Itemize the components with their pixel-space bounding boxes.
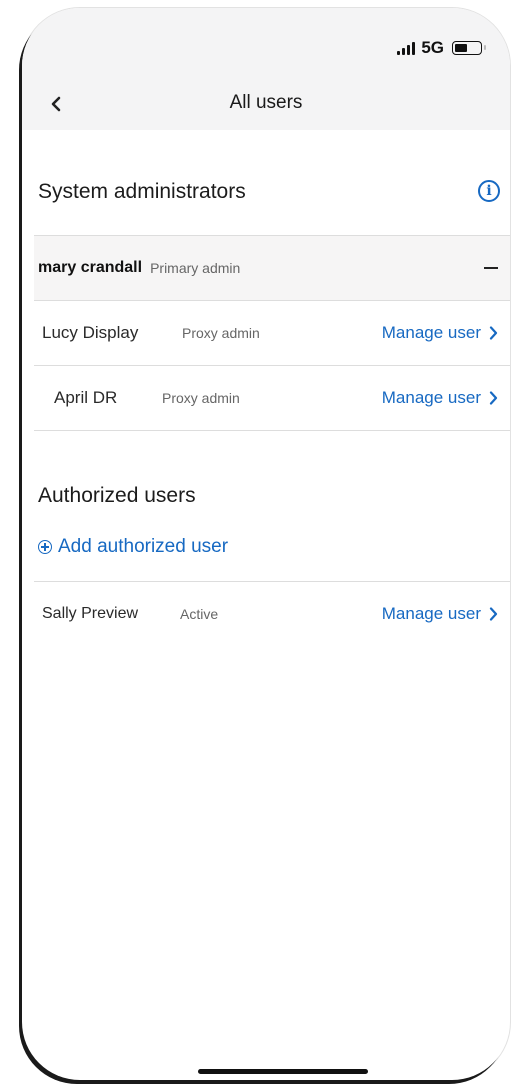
manage-user-button[interactable]: Manage user xyxy=(382,388,498,408)
authorized-user-row: Sally Preview Active Manage user xyxy=(34,582,510,646)
proxy-admin-role: Proxy admin xyxy=(182,325,260,341)
primary-admin-row: mary crandall Primary admin xyxy=(34,236,510,300)
info-circle-icon[interactable]: i xyxy=(478,180,500,202)
manage-user-label: Manage user xyxy=(381,388,481,407)
cellular-signal-icon xyxy=(397,41,416,55)
plus-circle-icon xyxy=(38,540,52,554)
proxy-admin-role: Proxy admin xyxy=(162,390,240,406)
manage-user-button[interactable]: Manage user xyxy=(382,604,498,624)
chevron-right-icon xyxy=(489,326,498,340)
chevron-right-icon xyxy=(489,391,498,405)
primary-admin-role: Primary admin xyxy=(150,260,241,276)
manage-user-button[interactable]: Manage user xyxy=(382,323,498,343)
primary-admin-name: mary crandall xyxy=(38,259,143,276)
divider xyxy=(34,430,510,431)
home-indicator[interactable] xyxy=(198,1069,368,1074)
network-type: 5G xyxy=(421,38,444,57)
add-authorized-user-button[interactable]: Add authorized user xyxy=(38,536,228,558)
phone-screen: 5G All users System administrators i mar… xyxy=(22,8,510,1080)
authorized-user-status: Active xyxy=(180,606,219,622)
system-admins-heading: System administrators xyxy=(38,180,246,203)
page-title: All users xyxy=(229,92,303,113)
collapse-icon[interactable] xyxy=(484,267,498,269)
battery-icon xyxy=(452,41,486,55)
authorized-users-heading: Authorized users xyxy=(38,484,196,507)
proxy-admin-name: April DR xyxy=(54,388,118,407)
proxy-admin-row: Lucy Display Proxy admin Manage user xyxy=(34,301,510,365)
chevron-right-icon xyxy=(489,607,498,621)
manage-user-label: Manage user xyxy=(381,604,481,623)
proxy-admin-name: Lucy Display xyxy=(42,323,139,342)
manage-user-label: Manage user xyxy=(381,323,481,342)
proxy-admin-row: April DR Proxy admin Manage user xyxy=(34,366,510,430)
add-authorized-user-label: Add authorized user xyxy=(58,536,229,557)
authorized-user-name: Sally Preview xyxy=(42,605,139,622)
status-bar: 5G xyxy=(397,38,486,58)
